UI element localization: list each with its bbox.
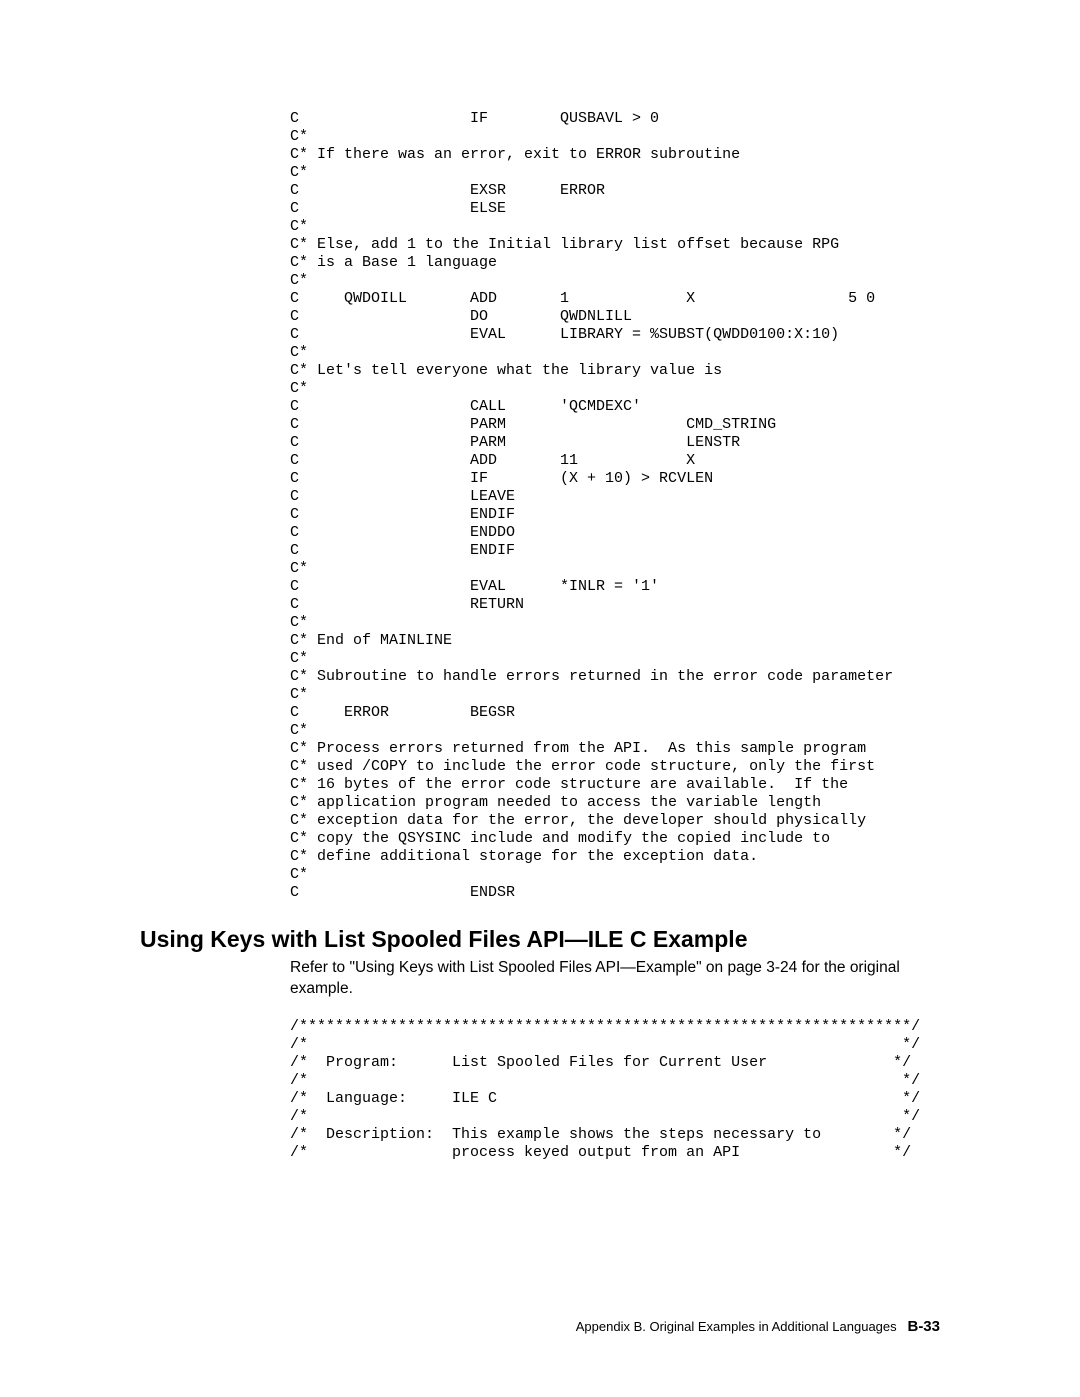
footer-page-number: B-33 bbox=[907, 1318, 940, 1335]
section-description: Refer to "Using Keys with List Spooled F… bbox=[290, 957, 940, 1000]
footer-section-label: Appendix B. Original Examples in Additio… bbox=[576, 1319, 897, 1334]
rpg-code-listing: C IF QUSBAVL > 0 C* C* If there was an e… bbox=[290, 110, 940, 902]
page-footer: Appendix B. Original Examples in Additio… bbox=[576, 1318, 940, 1335]
section-heading: Using Keys with List Spooled Files API—I… bbox=[140, 926, 940, 953]
c-header-comment: /***************************************… bbox=[290, 1018, 940, 1162]
